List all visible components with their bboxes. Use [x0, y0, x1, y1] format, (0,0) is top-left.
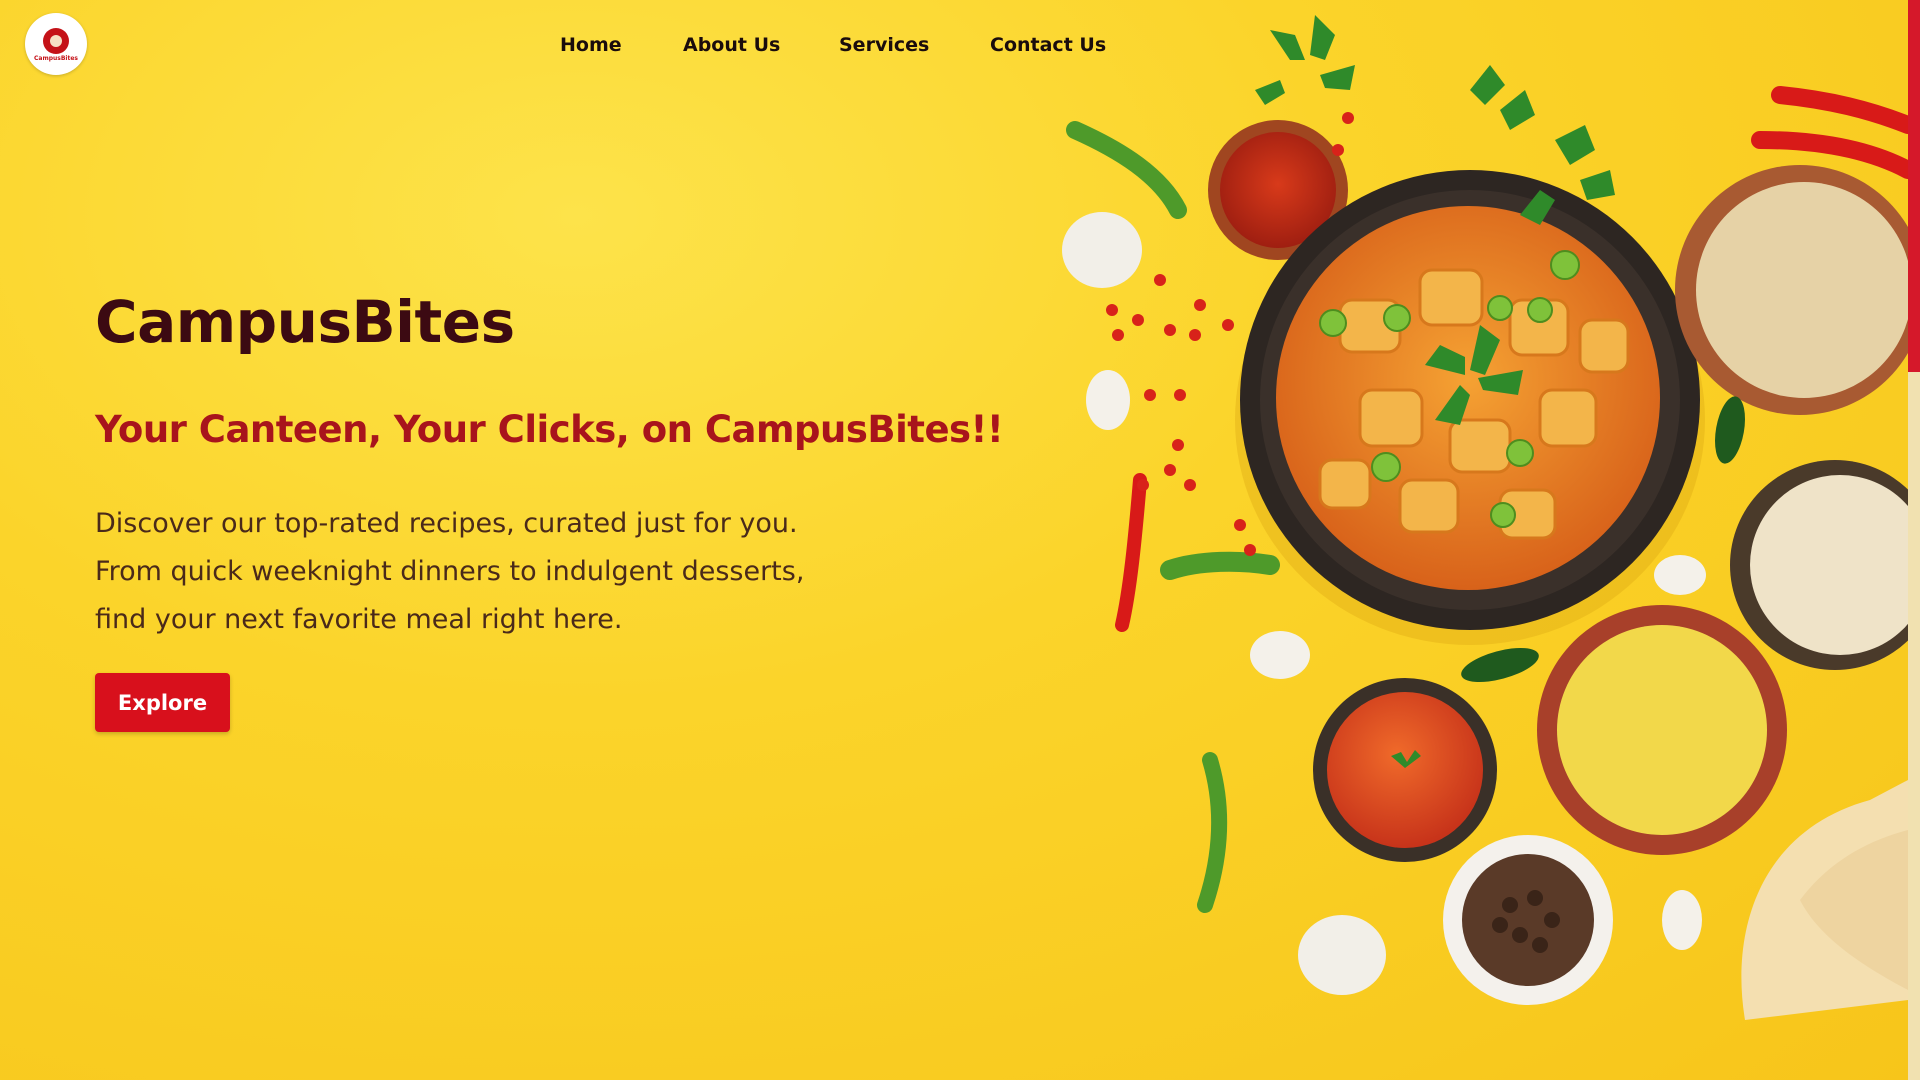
green-chili: [1066, 121, 1187, 219]
garlic-bulb: [1298, 915, 1386, 995]
food-spread-image: [1062, 15, 1920, 1020]
red-chili: [1751, 131, 1917, 179]
nav-home[interactable]: Home: [560, 34, 622, 56]
nav-about-us[interactable]: About Us: [683, 34, 780, 56]
landing-page: CampusBites Home About Us Services Conta…: [0, 0, 1920, 1080]
scrollbar-thumb[interactable]: [1908, 0, 1920, 372]
garlic-clove: [1086, 370, 1130, 430]
garlic-bulb: [1062, 212, 1142, 288]
green-chili: [1197, 752, 1228, 913]
hero-tagline: Your Canteen, Your Clicks, on CampusBite…: [95, 408, 1004, 451]
page-scrollbar[interactable]: [1908, 0, 1920, 1080]
garlic-clove: [1654, 555, 1706, 595]
nav-services[interactable]: Services: [839, 34, 929, 56]
hero-description: Discover our top-rated recipes, curated …: [95, 500, 804, 644]
cilantro-sprig: [1255, 15, 1355, 105]
green-chili: [1160, 551, 1280, 580]
logo-text: CampusBites: [34, 55, 78, 62]
hero-title: CampusBites: [95, 288, 515, 356]
chef-logo-icon[interactable]: CampusBites: [25, 13, 87, 75]
chef-avatar-icon: [43, 28, 69, 54]
garlic-clove: [1662, 890, 1702, 950]
explore-button[interactable]: Explore: [95, 673, 230, 732]
garlic-clove: [1250, 631, 1310, 679]
red-chili: [1115, 473, 1147, 632]
hero-description-line: find your next favorite meal right here.: [95, 604, 623, 635]
hero-description-line: Discover our top-rated recipes, curated …: [95, 508, 798, 539]
red-chili: [1771, 86, 1917, 134]
hero-description-line: From quick weeknight dinners to indulgen…: [95, 556, 805, 587]
